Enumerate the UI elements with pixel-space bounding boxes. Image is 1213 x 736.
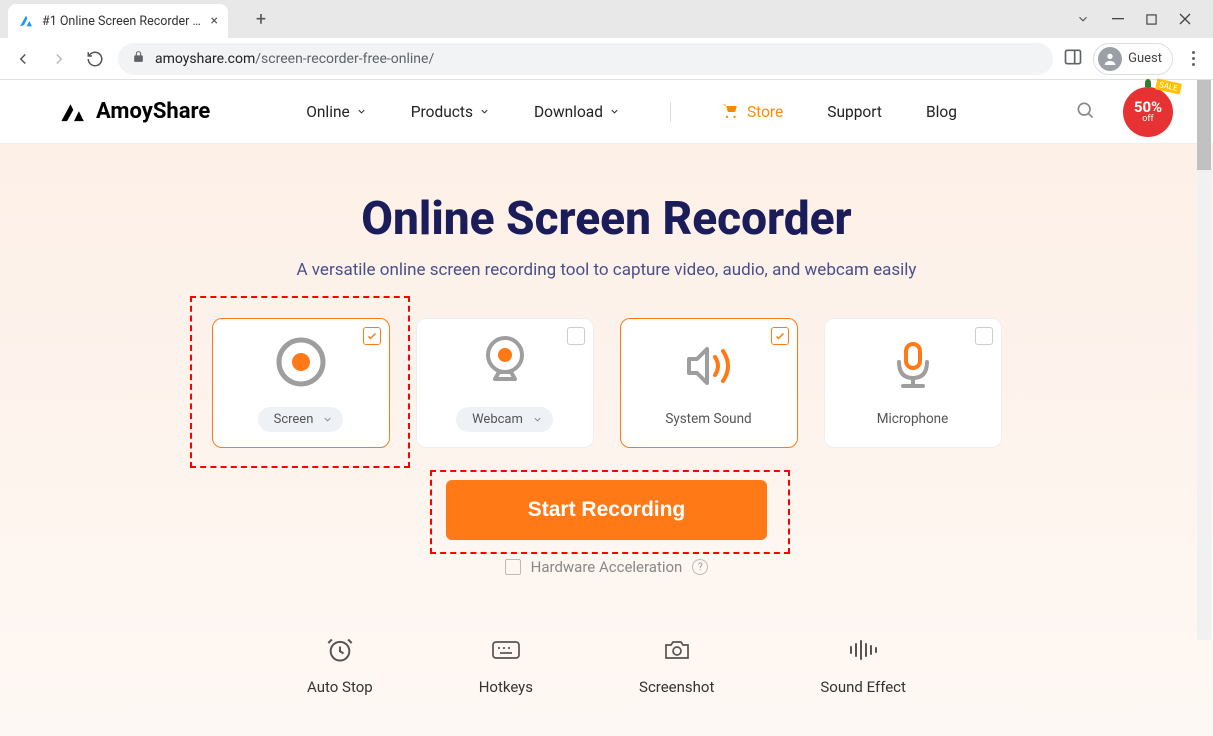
hardware-accel-row: Hardware Acceleration ?: [0, 558, 1213, 576]
chevron-down-icon: [322, 414, 333, 425]
forward-button[interactable]: [46, 46, 72, 72]
profile-chip[interactable]: Guest: [1093, 43, 1173, 75]
chevron-down-icon: [356, 106, 367, 117]
favicon-icon: [18, 13, 34, 29]
nav-products[interactable]: Products: [411, 103, 490, 121]
feature-row: Auto Stop Hotkeys Screenshot Sound Effec…: [0, 636, 1213, 696]
nav-separator: [670, 102, 671, 122]
hwaccel-checkbox[interactable]: [505, 559, 521, 575]
webcam-dropdown[interactable]: Webcam: [456, 407, 553, 432]
menu-icon[interactable]: [1183, 51, 1203, 66]
waveform-icon: [847, 636, 879, 664]
card-label: Microphone: [877, 411, 949, 427]
help-icon[interactable]: ?: [692, 559, 708, 575]
browser-toolbar: amoyshare.com/screen-recorder-free-onlin…: [0, 38, 1213, 80]
tab-title: #1 Online Screen Recorder - F: [42, 14, 203, 29]
address-bar[interactable]: amoyshare.com/screen-recorder-free-onlin…: [118, 43, 1053, 75]
card-webcam[interactable]: Webcam: [416, 318, 594, 448]
scrollbar-thumb[interactable]: [1197, 80, 1211, 170]
card-system-sound[interactable]: System Sound: [620, 318, 798, 448]
url-domain: amoyshare.com: [155, 51, 255, 67]
page-title: Online Screen Recorder: [0, 192, 1213, 246]
logo-icon: [60, 101, 88, 123]
site-header: AmoyShare Online Products Download Store…: [0, 80, 1213, 144]
brand-text: AmoyShare: [96, 99, 210, 124]
chevron-down-icon: [532, 414, 543, 425]
feature-screenshot[interactable]: Screenshot: [639, 636, 714, 696]
browser-chrome: #1 Online Screen Recorder - F × + amoysh…: [0, 0, 1213, 80]
page-body: Online Screen Recorder A versatile onlin…: [0, 144, 1213, 736]
profile-label: Guest: [1128, 51, 1162, 66]
chevron-down-icon[interactable]: [1076, 12, 1090, 26]
webcam-icon: [481, 335, 529, 389]
alarm-icon: [326, 636, 354, 664]
card-microphone[interactable]: Microphone: [824, 318, 1002, 448]
feature-hotkeys[interactable]: Hotkeys: [479, 636, 533, 696]
window-controls: [1076, 12, 1205, 26]
checkbox-icon[interactable]: [363, 327, 381, 345]
minimize-icon[interactable]: [1112, 13, 1124, 25]
cart-icon: [721, 103, 739, 121]
speaker-icon: [683, 339, 735, 393]
search-button[interactable]: [1075, 100, 1095, 124]
new-tab-button[interactable]: +: [246, 4, 276, 34]
nav-support[interactable]: Support: [827, 103, 882, 121]
maximize-icon[interactable]: [1146, 14, 1157, 25]
scrollbar[interactable]: [1197, 80, 1211, 640]
screen-dropdown[interactable]: Screen: [258, 407, 344, 432]
camera-icon: [663, 636, 691, 664]
microphone-icon: [891, 339, 935, 393]
back-button[interactable]: [10, 46, 36, 72]
url-path: /screen-recorder-free-online/: [255, 51, 434, 67]
page-subtitle: A versatile online screen recording tool…: [0, 260, 1213, 280]
hwaccel-label: Hardware Acceleration: [531, 558, 683, 576]
tab-bar: #1 Online Screen Recorder - F × +: [0, 0, 1213, 38]
nav-online[interactable]: Online: [306, 103, 367, 121]
tab-close-icon[interactable]: ×: [211, 13, 218, 29]
start-recording-button[interactable]: Start Recording: [446, 480, 768, 540]
source-cards: Screen Webcam System Sound Microphone: [0, 318, 1213, 448]
sale-badge[interactable]: SALE 50% off: [1123, 87, 1173, 137]
search-icon: [1075, 100, 1095, 120]
start-wrap: Start Recording: [0, 480, 1213, 540]
close-window-icon[interactable]: [1179, 13, 1191, 25]
sale-off: off: [1142, 115, 1153, 124]
record-icon: [274, 335, 328, 389]
reload-button[interactable]: [82, 46, 108, 72]
leaf-icon: [1145, 79, 1151, 87]
main-nav: Online Products Download Store Support B…: [306, 102, 957, 122]
keyboard-icon: [491, 636, 521, 664]
nav-store[interactable]: Store: [721, 103, 783, 121]
browser-tab[interactable]: #1 Online Screen Recorder - F ×: [8, 4, 228, 38]
checkbox-icon[interactable]: [975, 327, 993, 345]
feature-sound-effect[interactable]: Sound Effect: [820, 636, 906, 696]
nav-blog[interactable]: Blog: [926, 103, 957, 121]
sale-percent: 50%: [1134, 100, 1162, 115]
chevron-down-icon: [479, 106, 490, 117]
card-label: System Sound: [665, 411, 751, 427]
chevron-down-icon: [609, 106, 620, 117]
checkbox-icon[interactable]: [567, 327, 585, 345]
avatar-icon: [1098, 47, 1122, 71]
lock-icon: [132, 50, 145, 67]
card-screen[interactable]: Screen: [212, 318, 390, 448]
nav-download[interactable]: Download: [534, 103, 620, 121]
feature-auto-stop[interactable]: Auto Stop: [307, 636, 373, 696]
logo[interactable]: AmoyShare: [60, 99, 210, 124]
side-panel-icon[interactable]: [1063, 47, 1083, 71]
checkbox-icon[interactable]: [771, 327, 789, 345]
